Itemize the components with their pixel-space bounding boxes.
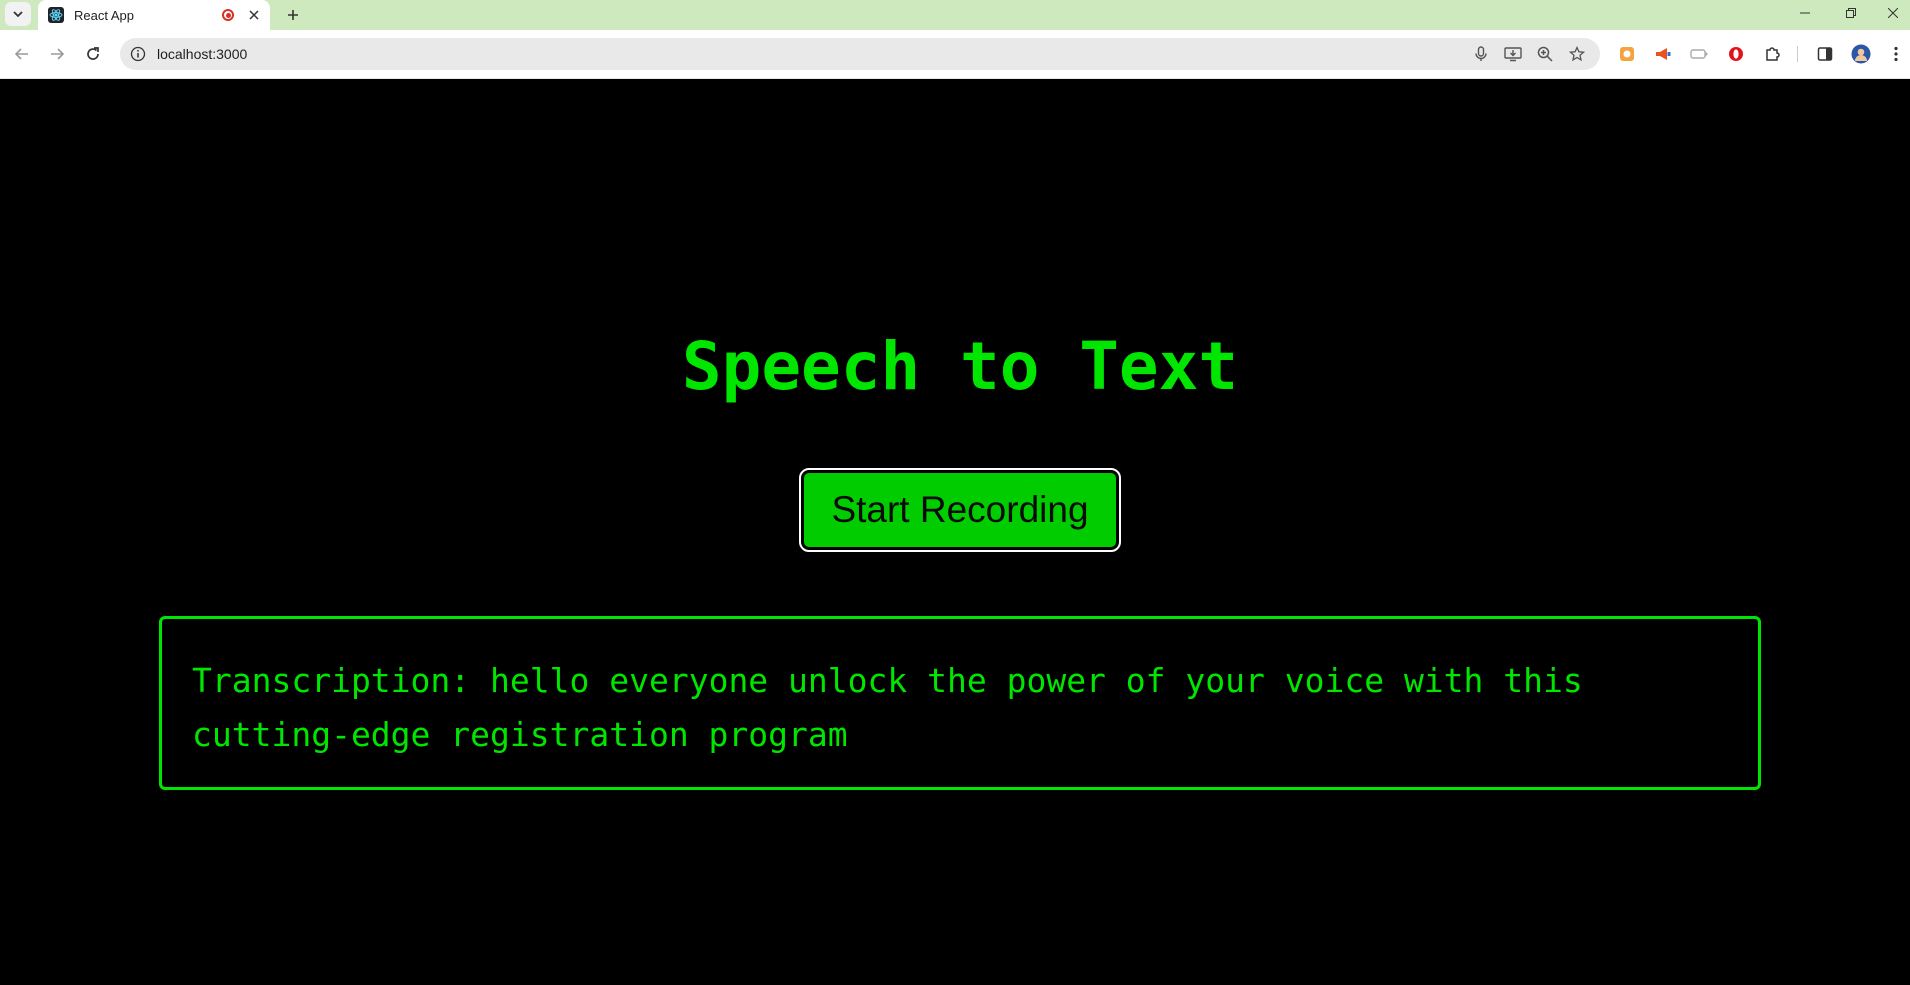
back-button[interactable] [8, 40, 36, 68]
restore-button[interactable] [1828, 0, 1874, 26]
browser-toolbar: localhost:3000 [0, 30, 1910, 79]
profile-avatar[interactable] [1851, 44, 1871, 64]
close-icon [1888, 8, 1898, 18]
minimize-button[interactable] [1782, 0, 1828, 26]
new-tab-button[interactable] [282, 4, 304, 26]
more-menu-icon[interactable] [1886, 44, 1906, 64]
megaphone-extension-icon[interactable] [1653, 44, 1673, 64]
toolbar-divider [1797, 46, 1798, 62]
restore-icon [1846, 8, 1856, 18]
url-text: localhost:3000 [157, 46, 248, 62]
side-panel-icon[interactable] [1815, 44, 1835, 64]
reload-button[interactable] [79, 40, 107, 68]
forward-button[interactable] [43, 40, 71, 68]
site-info-icon[interactable] [130, 46, 146, 62]
transcription-panel: Transcription: hello everyone unlock the… [159, 616, 1761, 790]
close-tab-icon[interactable] [246, 7, 262, 23]
opera-extension-icon[interactable] [1726, 44, 1746, 64]
zoom-icon[interactable] [1536, 45, 1554, 63]
chevron-down-icon [13, 11, 23, 18]
arrow-right-icon [51, 48, 65, 60]
minimize-icon [1800, 12, 1810, 14]
start-recording-button[interactable]: Start Recording [799, 468, 1121, 552]
tab-title: React App [74, 7, 134, 23]
address-bar[interactable]: localhost:3000 [120, 38, 1600, 70]
browser-tab[interactable]: React App [38, 0, 270, 30]
tab-search-button[interactable] [5, 2, 31, 26]
install-app-icon[interactable] [1504, 45, 1522, 63]
microphone-icon[interactable] [1472, 45, 1490, 63]
close-window-button[interactable] [1870, 0, 1910, 26]
reload-icon [87, 47, 99, 60]
arrow-left-icon [14, 48, 28, 60]
pen-extension-icon[interactable] [1689, 44, 1709, 64]
app-page: Speech to Text Start Recording Transcrip… [0, 79, 1910, 985]
extension-orange-icon[interactable] [1617, 44, 1637, 64]
plus-icon [288, 10, 298, 20]
react-logo-icon [48, 7, 64, 23]
puzzle-extensions-icon[interactable] [1762, 44, 1782, 64]
transcription-label: Transcription: [192, 661, 471, 700]
browser-tab-strip: React App [0, 0, 1910, 30]
recording-indicator-icon [222, 9, 234, 21]
page-title: Speech to Text [681, 328, 1239, 405]
transcription-output: Transcription: hello everyone unlock the… [192, 654, 1728, 762]
bookmark-star-icon[interactable] [1568, 45, 1586, 63]
